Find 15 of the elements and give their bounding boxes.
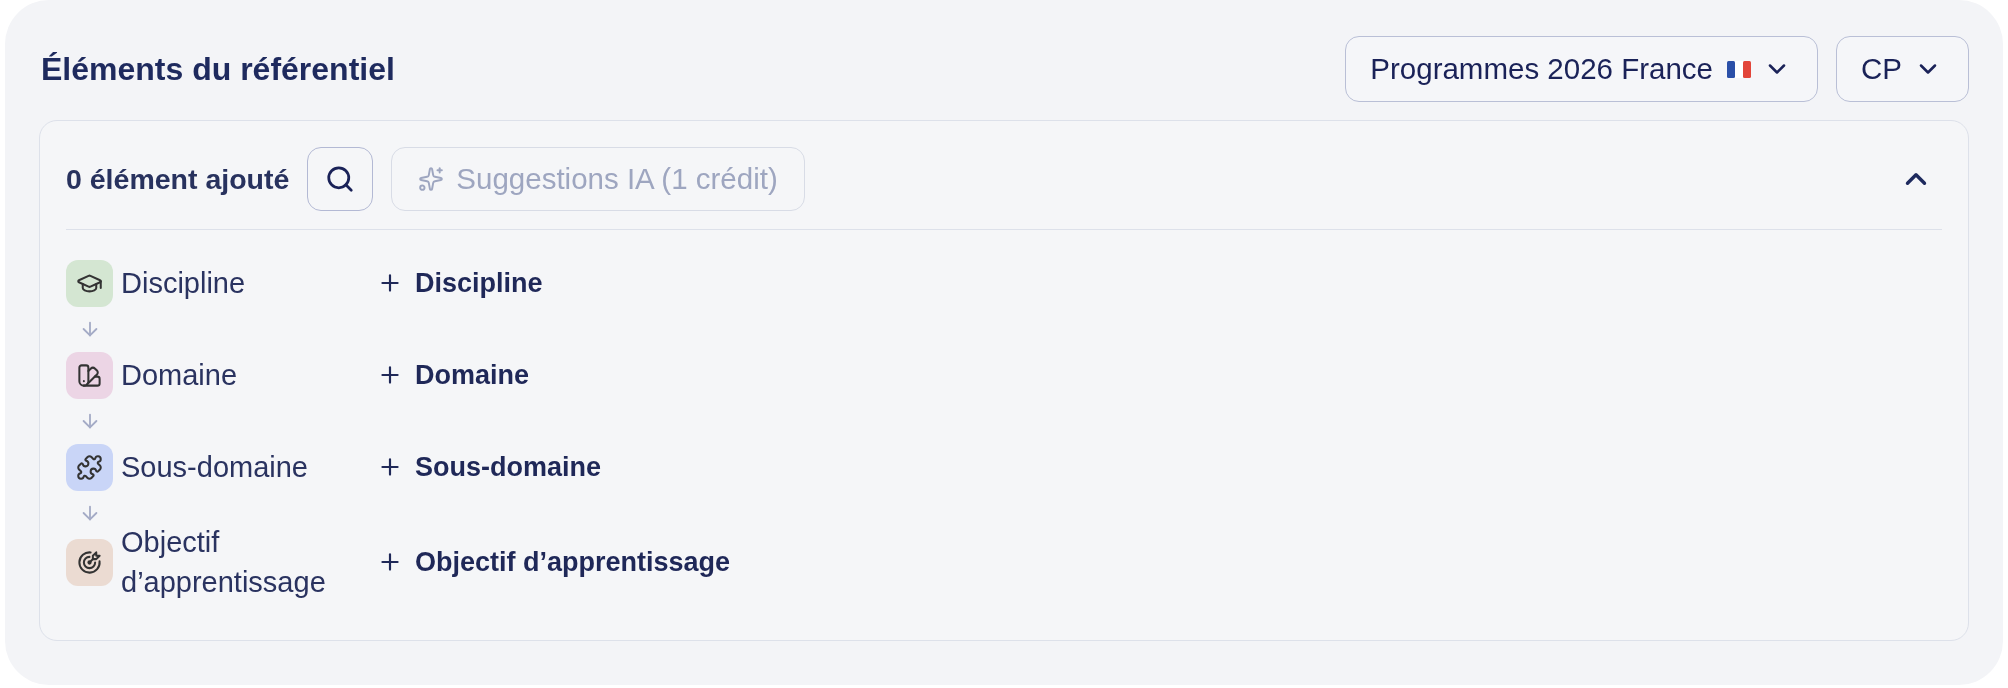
sparkles-icon [418, 166, 445, 192]
add-level-button[interactable]: Sous-domaine [377, 446, 602, 488]
count-label: 0 élément ajouté [66, 161, 290, 197]
section-title: Éléments du référentiel [41, 50, 395, 89]
add-level-button[interactable]: Discipline [377, 262, 543, 304]
level-label: Domaine [121, 358, 239, 393]
level-label: Sous-domaine [121, 450, 309, 485]
search-button[interactable] [307, 147, 374, 211]
dropdown-button[interactable]: Programmes 2026 France [1345, 36, 1818, 102]
level-label: Discipline [121, 266, 247, 301]
level-label: Objectif d’apprentissage [121, 525, 327, 600]
search-icon [325, 164, 356, 194]
add-level-button[interactable]: Objectif d’apprentissage [377, 541, 731, 583]
add-level-button[interactable]: Domaine [377, 354, 530, 396]
dropdown-button[interactable]: CP [1836, 36, 1969, 102]
